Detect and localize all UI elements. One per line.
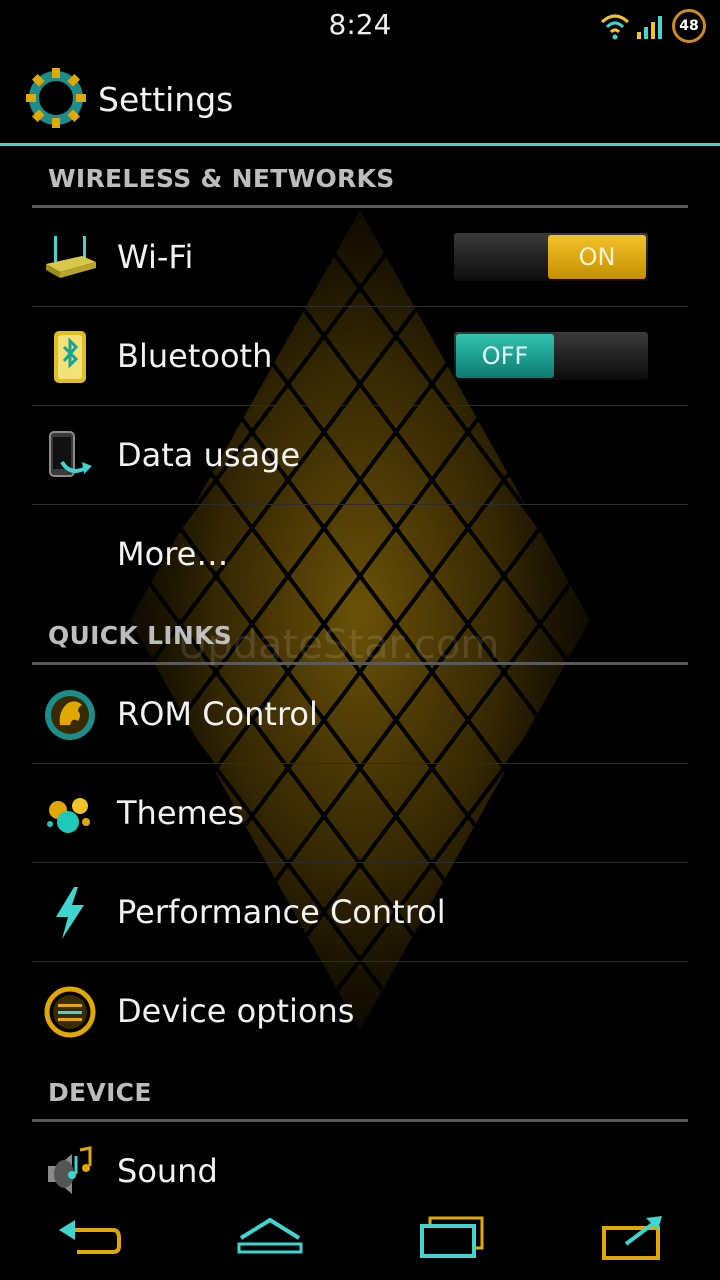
settings-item-data-usage[interactable]: Data usage — [32, 406, 688, 505]
settings-item-rom-control[interactable]: ROM Control — [32, 665, 688, 764]
settings-item-label: Wi-Fi — [117, 238, 194, 276]
settings-item-wifi[interactable]: Wi-Fi ON — [32, 208, 688, 307]
speaker-icon — [48, 1146, 92, 1194]
recents-icon[interactable] — [418, 1214, 488, 1264]
settings-item-device-options[interactable]: Device options — [32, 962, 688, 1060]
rom-control-icon — [45, 690, 95, 740]
battery-level: 48 — [679, 18, 699, 34]
settings-item-bluetooth[interactable]: Bluetooth OFF — [32, 307, 688, 406]
menu-icon[interactable] — [598, 1214, 668, 1264]
wifi-toggle[interactable]: ON — [454, 233, 648, 281]
battery-icon: 48 — [672, 9, 706, 43]
page-title: Settings — [98, 80, 234, 119]
wifi-router-icon — [46, 236, 96, 278]
themes-icon — [47, 798, 90, 833]
settings-item-label: Themes — [117, 794, 245, 832]
section-header-device: DEVICE — [32, 1060, 688, 1122]
bluetooth-toggle-knob: OFF — [456, 334, 554, 378]
settings-item-performance-control[interactable]: Performance Control — [32, 863, 688, 962]
settings-item-more[interactable]: More… — [32, 505, 688, 603]
home-icon[interactable] — [235, 1214, 305, 1264]
wifi-signal-icon — [600, 14, 630, 40]
settings-item-label: Sound — [117, 1152, 218, 1190]
settings-list[interactable]: WIRELESS & NETWORKS Wi-Fi ON Bluetooth O… — [0, 146, 720, 1220]
wifi-toggle-knob: ON — [548, 235, 646, 279]
back-icon[interactable] — [55, 1214, 125, 1264]
settings-item-label: Data usage — [117, 436, 301, 474]
device-options-icon — [44, 986, 96, 1038]
settings-item-label: More… — [117, 535, 229, 573]
lightning-icon — [56, 887, 84, 939]
gear-icon[interactable] — [24, 66, 88, 130]
navigation-bar — [0, 1200, 720, 1280]
action-bar: Settings — [0, 52, 720, 144]
bluetooth-toggle[interactable]: OFF — [454, 332, 648, 380]
settings-item-label: Performance Control — [117, 893, 446, 931]
status-bar: 8:24 48 — [0, 0, 720, 50]
settings-item-themes[interactable]: Themes — [32, 764, 688, 863]
section-header-wireless: WIRELESS & NETWORKS — [32, 146, 688, 208]
watermark: UpdateStar.com — [178, 622, 500, 668]
settings-item-label: Bluetooth — [117, 337, 273, 375]
cell-signal-icon — [637, 16, 662, 39]
settings-item-label: Device options — [117, 992, 355, 1030]
settings-item-label: ROM Control — [117, 695, 318, 733]
data-usage-icon — [49, 431, 92, 477]
bluetooth-icon — [54, 331, 86, 383]
status-icons: 48 — [600, 6, 706, 46]
